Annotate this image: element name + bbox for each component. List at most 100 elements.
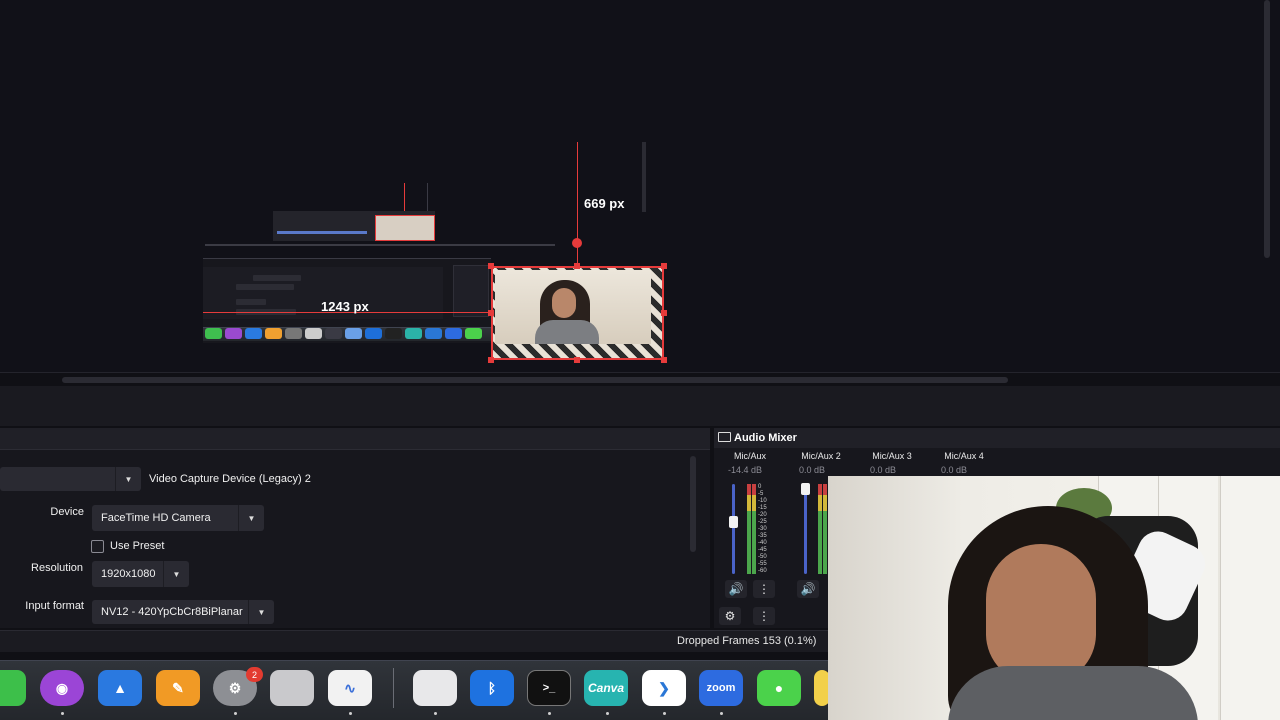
gear-icon: ⚙ (724, 609, 736, 623)
vscode-app-icon[interactable]: ❯ (642, 670, 686, 706)
podcasts-app-icon[interactable]: ◉ (40, 670, 84, 706)
mic-aux-fader-knob[interactable] (729, 515, 738, 528)
obs-window: 669 px 1243 px ▼ Video Capture Device (L… (0, 0, 1280, 720)
db-scale-tick: -55 (758, 561, 767, 567)
zoom-app-icon[interactable]: zoom (699, 670, 743, 706)
resize-handle-left[interactable] (488, 310, 494, 316)
channel-name: Mic/Aux 2 (801, 451, 841, 461)
nested-webcam-mini (375, 215, 435, 241)
channel-name: Mic/Aux 3 (872, 451, 912, 461)
resize-handle-top-left[interactable] (488, 263, 494, 269)
bluetooth-icon[interactable]: ᛒ (470, 670, 514, 706)
freeform-app-icon[interactable]: ∿ (328, 670, 372, 706)
resize-handle-bottom-right[interactable] (661, 357, 667, 363)
device-dropdown[interactable]: FaceTime HD Camera ▼ (92, 505, 264, 531)
mixer-menu-button[interactable]: ⋮ (753, 607, 775, 625)
resize-handle-bottom-left[interactable] (488, 357, 494, 363)
running-indicator (548, 712, 551, 715)
height-measurement-label: 669 px (584, 196, 625, 211)
speaker-icon: 🔊 (800, 582, 816, 596)
preview-horizontal-scrollbar[interactable] (62, 377, 1008, 383)
input-format-dropdown[interactable]: NV12 - 420YpCbCr8BiPlanar ▼ (92, 600, 274, 624)
preview-app-icon[interactable] (413, 670, 457, 706)
webcam-person-face (986, 544, 1096, 684)
preview-vertical-scrollbar[interactable] (1264, 0, 1270, 258)
mic-aux-volume-fader[interactable] (732, 484, 735, 574)
source-select-dropdown[interactable]: ▼ (0, 467, 141, 491)
db-scale-tick: -50 (758, 554, 767, 560)
resize-handle-top[interactable] (574, 263, 580, 269)
db-scale-tick: -40 (758, 540, 767, 546)
iphone-mirroring-icon[interactable] (270, 670, 314, 706)
resolution-dropdown[interactable]: 1920x1080 ▼ (92, 561, 189, 587)
canva-app-icon[interactable]: Canva (584, 670, 628, 706)
properties-header (0, 428, 710, 450)
resize-handle-top-right[interactable] (661, 263, 667, 269)
mic-aux-2-level-meter (823, 484, 827, 574)
nested-divider (205, 244, 555, 246)
webcam-overlay (828, 476, 1280, 720)
chevron-down-icon: ▼ (248, 600, 274, 624)
selected-webcam-source[interactable] (491, 266, 664, 360)
nested-dropdown (236, 284, 294, 290)
mute-button[interactable]: 🔊 (725, 580, 747, 598)
resize-handle-bottom[interactable] (574, 357, 580, 363)
resolution-label: Resolution (31, 562, 83, 574)
nested-preview-mini (273, 211, 435, 241)
db-scale-tick: -10 (758, 498, 767, 504)
resolution-value: 1920x1080 (101, 568, 156, 580)
running-indicator (434, 712, 437, 715)
running-indicator (61, 712, 64, 715)
db-scale: 0 -5 -10 -15 -20 -25 -30 -35 -40 -45 -50 -55 -60 (758, 484, 767, 575)
resize-handle-right[interactable] (661, 310, 667, 316)
terminal-app-icon[interactable]: >_ (527, 670, 571, 706)
nested-audio-mixer (453, 265, 489, 317)
db-scale-tick: -20 (758, 512, 767, 518)
nested-dropdown (236, 299, 266, 305)
mic-aux-2-volume-fader[interactable] (804, 484, 807, 574)
mixer-settings-button[interactable]: ⚙ (719, 607, 741, 625)
db-scale-tick: -15 (758, 505, 767, 511)
use-preset-label: Use Preset (110, 540, 165, 552)
keynote-app-icon[interactable]: ▲ (98, 670, 142, 706)
preview-divider (0, 372, 1280, 373)
toolbar-strip (0, 386, 1280, 426)
ruler-anchor-dot (572, 238, 582, 248)
db-scale-tick: -5 (758, 491, 764, 497)
properties-scrollbar[interactable] (690, 456, 696, 552)
nested-ruler-line (404, 183, 405, 213)
nested-frame-edge (427, 183, 428, 213)
use-preset-checkbox[interactable] (91, 540, 104, 553)
dock-separator (393, 668, 394, 708)
channel-name: Mic/Aux (733, 451, 766, 461)
db-scale-tick: -60 (758, 568, 767, 574)
messages-app-icon[interactable]: ● (757, 670, 801, 706)
numbers-app-icon[interactable] (0, 670, 26, 706)
chevron-down-icon: ▼ (163, 561, 189, 587)
channel-db: -14.4 dB (727, 465, 763, 475)
device-label: Device (50, 506, 84, 518)
dock-window-icon[interactable] (718, 432, 731, 442)
channel-db: 0.0 dB (798, 465, 826, 475)
running-indicator (663, 712, 666, 715)
nested-mini-bar (277, 231, 367, 234)
pages-app-icon[interactable]: ✎ (156, 670, 200, 706)
webcam-person-body (948, 666, 1198, 720)
channel-name: Mic/Aux 4 (944, 451, 984, 461)
db-scale-tick: -45 (758, 547, 767, 553)
mic-aux-level-meter (752, 484, 756, 574)
kebab-menu-icon: ⋮ (758, 609, 770, 623)
chevron-down-icon: ▼ (238, 505, 264, 531)
running-indicator (720, 712, 723, 715)
webcam-closet-door (1220, 476, 1280, 720)
channel-db: 0.0 dB (940, 465, 968, 475)
running-indicator (234, 712, 237, 715)
channel-menu-button[interactable]: ⋮ (753, 580, 775, 598)
mic-aux-2-fader-knob[interactable] (801, 483, 810, 495)
width-measurement-label: 1243 px (321, 299, 369, 314)
running-indicator (349, 712, 352, 715)
device-value: FaceTime HD Camera (101, 512, 211, 524)
mute-button[interactable]: 🔊 (797, 580, 819, 598)
nested-dock (203, 327, 491, 341)
nested-dropdown (253, 275, 301, 281)
